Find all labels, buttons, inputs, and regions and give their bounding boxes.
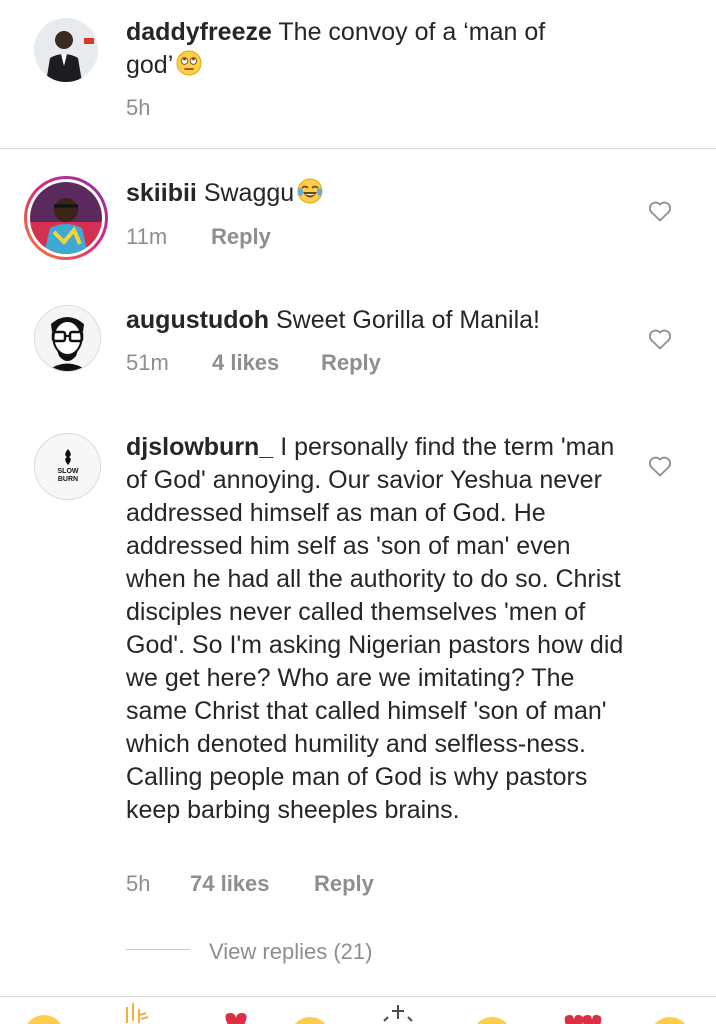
reply-button[interactable]: Reply	[321, 348, 381, 378]
comment-username[interactable]: augustudoh	[126, 306, 269, 334]
comment-avatar-skiibii[interactable]	[24, 176, 108, 260]
clap-emoji-icon	[126, 1003, 149, 1023]
comment-time: 5h	[126, 871, 151, 896]
laughing-emoji-icon	[294, 1017, 326, 1024]
comment-username[interactable]: djslowburn_	[126, 433, 273, 461]
sparkle-emoji-icon	[383, 1005, 413, 1022]
grin-emoji-icon	[476, 1017, 508, 1024]
face-with-glasses-icon	[35, 306, 100, 371]
comment-time: 11m	[126, 224, 168, 249]
man-in-suit-icon	[34, 18, 98, 82]
comment-avatar-djslowburn[interactable]: SLOW BURN	[34, 433, 101, 500]
like-heart-icon[interactable]	[648, 328, 672, 350]
caption-time: 5h	[126, 95, 151, 120]
comment-avatar-augustudoh[interactable]	[34, 305, 101, 372]
face-with-rolling-eyes-icon	[176, 50, 202, 76]
comment-text-skiibii: skiibii Swaggu	[126, 177, 606, 210]
surprised-emoji-icon	[654, 1017, 686, 1024]
caption-username[interactable]: daddyfreeze	[126, 18, 272, 46]
comment-username[interactable]: skiibii	[126, 179, 197, 207]
caption-avatar[interactable]	[34, 18, 98, 82]
comment-body: Sweet Gorilla of Manila!	[275, 306, 540, 334]
like-heart-icon[interactable]	[648, 455, 672, 477]
comment-meta-skiibii: 11m Reply	[126, 222, 526, 252]
caption-text: daddyfreeze The convoy of a ‘man of god’	[126, 16, 586, 82]
comment-meta-djslowburn: 5h 74 likes Reply	[126, 869, 526, 899]
comment-text-djslowburn: djslowburn_ I personally find the term '…	[126, 431, 626, 827]
comment-body: Swaggu	[203, 179, 295, 207]
profile-photo-icon	[30, 182, 102, 254]
comment-body: I personally find the term 'man of God' …	[126, 433, 624, 824]
caption-meta: 5h	[126, 93, 246, 123]
reply-button[interactable]: Reply	[211, 222, 271, 252]
likes-count[interactable]: 4 likes	[212, 348, 279, 378]
view-replies-line	[126, 949, 190, 950]
like-heart-icon[interactable]	[648, 200, 672, 222]
slow-burn-logo-icon	[65, 449, 71, 465]
emoji-row-icons	[27, 1003, 686, 1024]
heart-eyes-emoji-icon	[564, 1015, 602, 1024]
likes-count[interactable]: 74 likes	[190, 869, 270, 899]
caption-divider	[0, 148, 716, 149]
avatar-logo-text: SLOW BURN	[57, 468, 79, 483]
comment-meta-augustudoh: 51m 4 likes Reply	[126, 348, 526, 378]
view-replies-button[interactable]: View replies (21)	[209, 937, 372, 967]
reply-button[interactable]: Reply	[314, 869, 374, 899]
emoji-quick-reactions-bar	[0, 997, 716, 1024]
comment-text-augustudoh: augustudoh Sweet Gorilla of Manila!	[126, 304, 606, 337]
face-with-tears-of-joy-icon	[297, 178, 323, 204]
heart-emoji-icon	[225, 1013, 247, 1024]
smile-emoji-icon	[27, 1015, 61, 1024]
comment-time: 51m	[126, 350, 169, 375]
